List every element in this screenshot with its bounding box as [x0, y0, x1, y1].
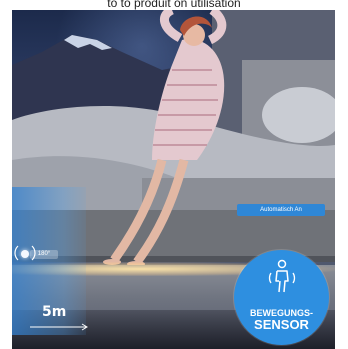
- sensor-dot: [21, 250, 29, 258]
- sensor-distance-label: 5m: [42, 304, 67, 320]
- product-photo: 180° 5m Automatisch An BEWEGUNGS- SENSOR: [12, 10, 335, 349]
- distance-arrow-icon: [30, 323, 88, 331]
- sensor-angle-label: 180°: [30, 250, 58, 259]
- motion-person-icon: [268, 259, 296, 293]
- top-caption: to to produit on utilisation: [107, 0, 241, 10]
- status-badge: Automatisch An: [237, 204, 325, 216]
- badge-title-line2: SENSOR: [254, 317, 309, 332]
- person-arm-left: [160, 10, 183, 42]
